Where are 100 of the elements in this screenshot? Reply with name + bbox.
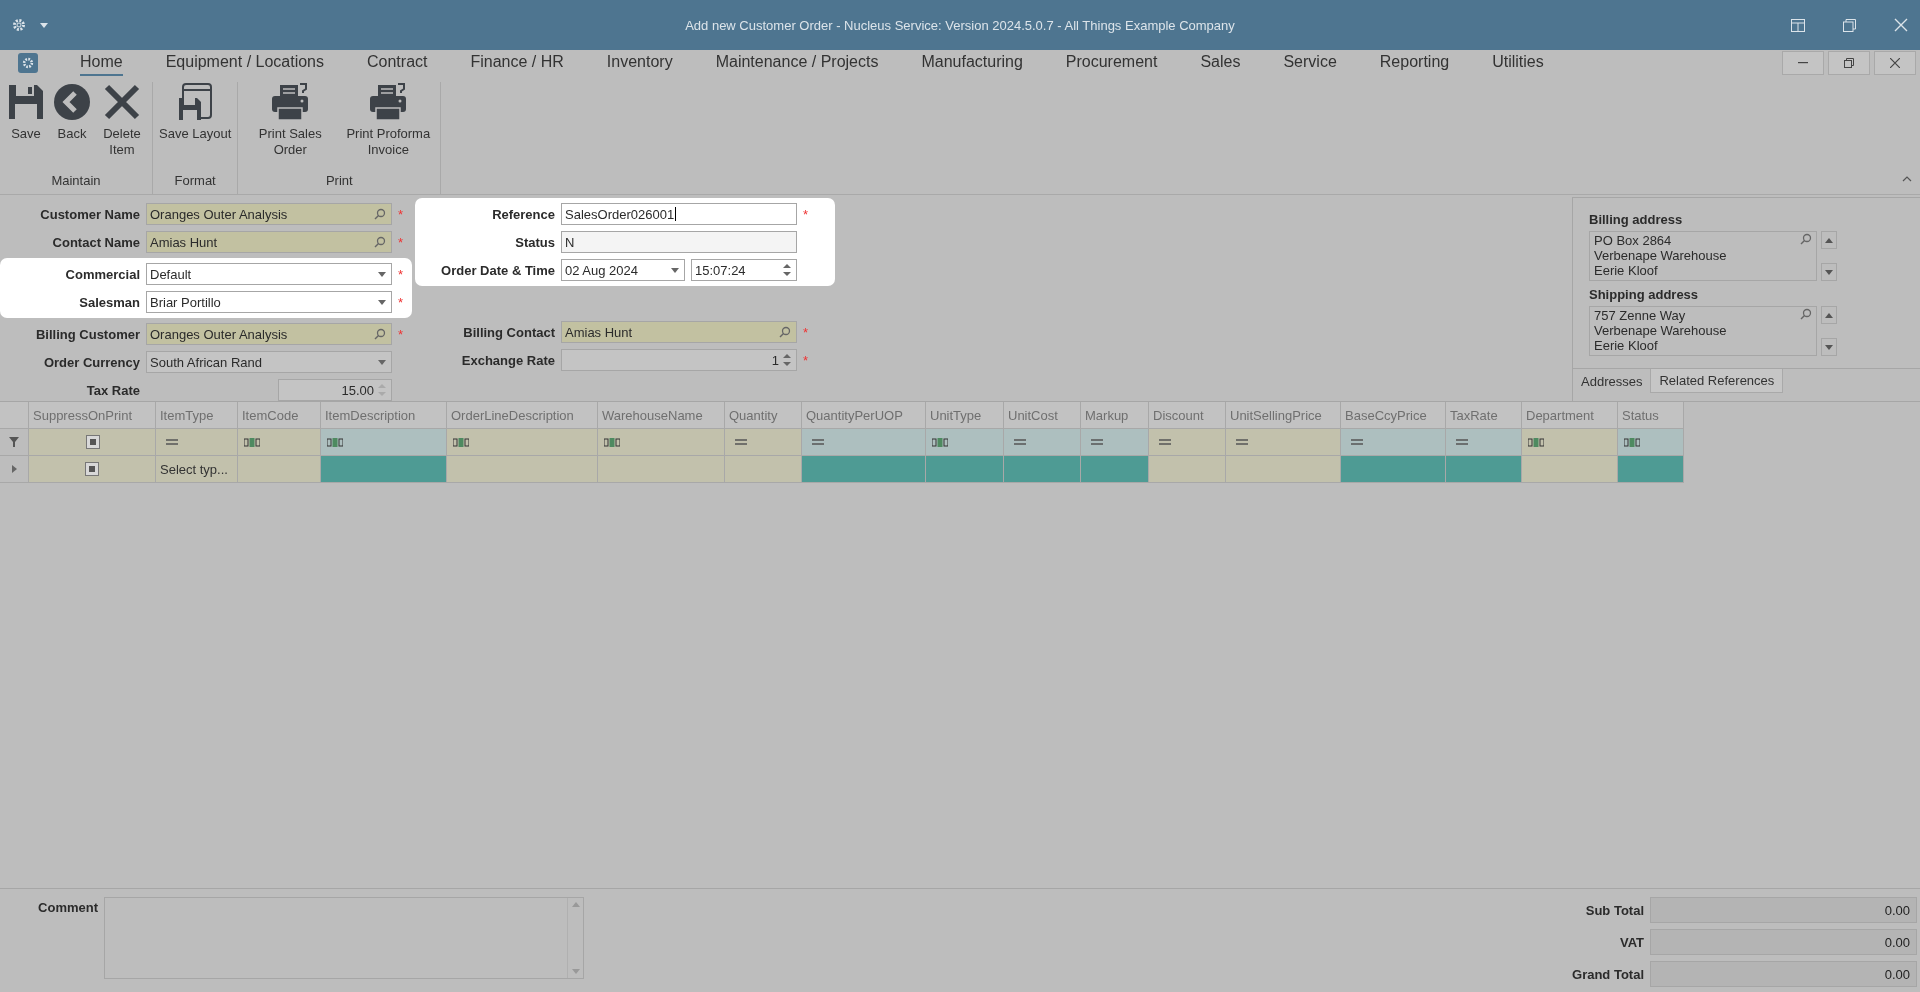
table-cell[interactable] bbox=[321, 456, 447, 483]
restore-icon[interactable] bbox=[1843, 18, 1856, 32]
table-cell[interactable] bbox=[238, 456, 321, 483]
equals-filter-icon[interactable] bbox=[1351, 439, 1363, 445]
ribbon-button[interactable]: Save bbox=[6, 82, 46, 142]
ribbon-tab[interactable]: Home bbox=[80, 50, 123, 76]
scroll-down-button[interactable] bbox=[1821, 263, 1837, 281]
status-field: N bbox=[561, 231, 797, 253]
date-field[interactable]: 02 Aug 2024 bbox=[561, 259, 685, 281]
dropdown-caret-icon[interactable] bbox=[671, 267, 679, 273]
down-arrow-icon bbox=[1825, 344, 1833, 350]
app-menu-icon[interactable] bbox=[18, 53, 38, 73]
ribbon-tab[interactable]: Sales bbox=[1200, 50, 1241, 76]
search-icon[interactable] bbox=[1800, 308, 1812, 320]
table-cell[interactable] bbox=[1446, 456, 1522, 483]
table-cell[interactable] bbox=[1081, 456, 1149, 483]
required-mark: * bbox=[398, 266, 405, 282]
address-field[interactable]: 757 Zenne Way Verbenape Warehouse Eerie Kloof bbox=[1589, 306, 1817, 356]
spin-arrows-icon[interactable] bbox=[783, 352, 791, 368]
panel-tab[interactable]: Related References bbox=[1650, 369, 1784, 393]
dropdown-field[interactable]: South African Rand bbox=[146, 351, 392, 373]
gear-icon[interactable] bbox=[12, 18, 26, 32]
text-filter-icon[interactable] bbox=[1624, 437, 1640, 447]
dropdown-caret-icon[interactable] bbox=[378, 359, 386, 365]
close-icon[interactable] bbox=[1894, 18, 1908, 32]
text-filter-icon[interactable] bbox=[327, 437, 343, 447]
table-cell[interactable] bbox=[1522, 456, 1618, 483]
ribbon-tab[interactable]: Inventory bbox=[606, 50, 673, 76]
spin-arrows-icon[interactable] bbox=[783, 262, 791, 278]
layout-icon[interactable] bbox=[1791, 18, 1805, 32]
equals-filter-icon[interactable] bbox=[1014, 439, 1026, 445]
table-cell[interactable] bbox=[802, 456, 926, 483]
scroll-up-button[interactable] bbox=[1821, 306, 1837, 324]
collapse-ribbon-icon[interactable] bbox=[1902, 176, 1912, 182]
ribbon-button[interactable]: Delete Item bbox=[98, 82, 146, 158]
text-filter-icon[interactable] bbox=[244, 437, 260, 447]
dropdown-caret-icon[interactable] bbox=[378, 299, 386, 305]
ribbon-tab[interactable]: Utilities bbox=[1492, 50, 1544, 76]
number-field[interactable]: 1 bbox=[561, 349, 797, 371]
equals-filter-icon[interactable] bbox=[1236, 439, 1248, 445]
ribbon-tab[interactable]: Procurement bbox=[1065, 50, 1158, 76]
table-cell[interactable] bbox=[725, 456, 802, 483]
ribbon-tab[interactable]: Service bbox=[1283, 50, 1337, 76]
equals-filter-icon[interactable] bbox=[166, 439, 178, 445]
ribbon-tab[interactable]: Equipment / Locations bbox=[165, 50, 324, 76]
ribbon-button[interactable]: Save Layout bbox=[159, 82, 232, 142]
dropdown-field[interactable]: Briar Portillo bbox=[146, 291, 392, 313]
text-filter-icon[interactable] bbox=[453, 437, 469, 447]
ribbon-button[interactable]: Print Sales Order bbox=[244, 82, 337, 158]
table-cell[interactable] bbox=[1618, 456, 1684, 483]
field-label: Billing Contact bbox=[462, 324, 555, 340]
dropdown-caret-icon[interactable] bbox=[378, 271, 386, 277]
checkbox[interactable] bbox=[86, 435, 100, 449]
table-cell[interactable] bbox=[1341, 456, 1446, 483]
number-field[interactable]: 15.00 bbox=[278, 379, 392, 401]
equals-filter-icon[interactable] bbox=[1159, 439, 1171, 445]
required-mark: * bbox=[398, 234, 405, 250]
text-filter-icon[interactable] bbox=[604, 437, 620, 447]
search-icon[interactable] bbox=[779, 326, 791, 338]
equals-filter-icon[interactable] bbox=[1456, 439, 1468, 445]
close-icon bbox=[1890, 58, 1900, 68]
scroll-down-button[interactable] bbox=[1821, 338, 1837, 356]
row-indicator-icon bbox=[11, 465, 17, 473]
dropdown-field[interactable]: Default bbox=[146, 263, 392, 285]
equals-filter-icon[interactable] bbox=[1091, 439, 1103, 445]
lookup-field[interactable]: Oranges Outer Analysis bbox=[146, 323, 392, 345]
search-icon[interactable] bbox=[374, 328, 386, 340]
dropdown-caret-icon[interactable] bbox=[40, 22, 48, 28]
search-icon[interactable] bbox=[1800, 233, 1812, 245]
table-cell[interactable] bbox=[598, 456, 725, 483]
table-cell[interactable] bbox=[447, 456, 598, 483]
text-filter-icon[interactable] bbox=[1528, 437, 1544, 447]
ribbon-tab[interactable]: Maintenance / Projects bbox=[715, 50, 879, 76]
checkbox[interactable] bbox=[85, 462, 99, 476]
scroll-up-button[interactable] bbox=[1821, 231, 1837, 249]
table-cell[interactable] bbox=[1004, 456, 1081, 483]
filter-icon[interactable] bbox=[9, 437, 19, 447]
lookup-field[interactable]: Amias Hunt bbox=[146, 231, 392, 253]
ribbon-tab[interactable]: Contract bbox=[367, 50, 428, 76]
lookup-field[interactable]: Amias Hunt bbox=[561, 321, 797, 343]
ribbon-tab[interactable]: Reporting bbox=[1379, 50, 1450, 76]
ribbon-button[interactable]: Print Proforma Invoice bbox=[342, 82, 435, 158]
table-cell[interactable] bbox=[926, 456, 1004, 483]
table-cell[interactable] bbox=[1149, 456, 1226, 483]
equals-filter-icon[interactable] bbox=[812, 439, 824, 445]
field-label: Comment bbox=[37, 899, 98, 917]
input-field[interactable]: SalesOrder026001 bbox=[561, 203, 797, 225]
lookup-field[interactable]: Oranges Outer Analysis bbox=[146, 203, 392, 225]
table-cell[interactable]: Select typ... bbox=[156, 456, 238, 483]
address-field[interactable]: PO Box 2864 Verbenape Warehouse Eerie Kloof bbox=[1589, 231, 1817, 281]
search-icon[interactable] bbox=[374, 208, 386, 220]
restore-button[interactable] bbox=[1828, 51, 1870, 75]
text-filter-icon[interactable] bbox=[932, 437, 948, 447]
ribbon-button[interactable]: Back bbox=[52, 82, 92, 142]
time-field[interactable]: 15:07:24 bbox=[691, 259, 797, 281]
equals-filter-icon[interactable] bbox=[735, 439, 747, 445]
ribbon-tab[interactable]: Finance / HR bbox=[470, 50, 564, 76]
table-cell[interactable] bbox=[1226, 456, 1341, 483]
ribbon-tab[interactable]: Manufacturing bbox=[921, 50, 1023, 76]
search-icon[interactable] bbox=[374, 236, 386, 248]
